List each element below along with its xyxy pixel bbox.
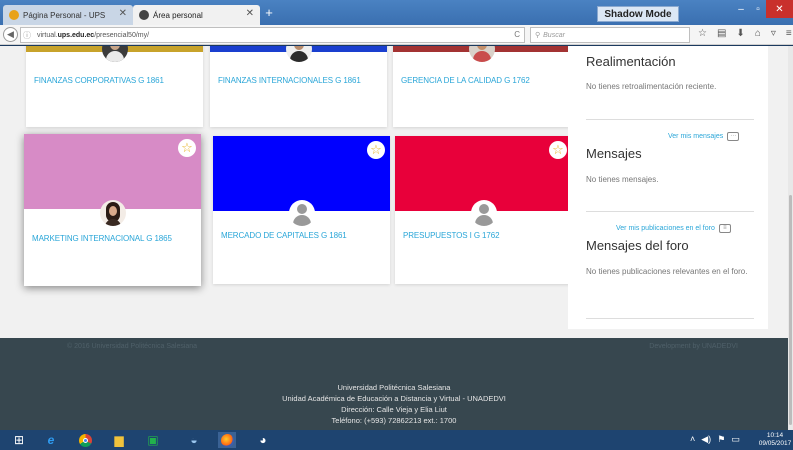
close-tab-icon[interactable]: ✕ <box>119 8 127 19</box>
teacher-avatar <box>286 46 312 62</box>
feedback-heading: Realimentación <box>586 54 676 69</box>
messages-text: No tienes mensajes. <box>586 175 659 184</box>
messages-heading: Mensajes <box>586 146 642 161</box>
default-avatar-icon <box>471 200 497 226</box>
course-title[interactable]: FINANZAS CORPORATIVAS G 1861 <box>34 76 199 85</box>
favorite-star-icon[interactable]: ☆ <box>549 141 567 159</box>
clock-date: 09/05/2017 <box>758 440 792 447</box>
home-icon[interactable]: ⌂ <box>755 28 761 39</box>
course-card[interactable]: GERENCIA DE LA CALIDAD G 1762 <box>393 46 570 127</box>
info-icon[interactable]: ⓘ <box>21 30 33 41</box>
tab-label: Página Personal - UPS <box>23 10 106 20</box>
tab-area-personal[interactable]: Área personal ✕ <box>133 5 260 25</box>
maximize-button[interactable]: ▫ <box>750 0 766 18</box>
teacher-avatar <box>100 200 126 226</box>
scrollbar-thumb[interactable] <box>789 195 792 425</box>
app-icon[interactable]: ◒ <box>185 432 203 448</box>
store-icon[interactable]: ▣ <box>144 432 162 448</box>
page-content: FINANZAS CORPORATIVAS G 1861 FINANZAS IN… <box>0 46 788 430</box>
tab-pagina-personal[interactable]: Página Personal - UPS ✕ <box>3 5 133 25</box>
course-title[interactable]: PRESUPUESTOS I G 1762 <box>403 231 568 240</box>
system-tray: ˄ ◀) ⚑ ▭ <box>690 434 740 445</box>
view-messages-link[interactable]: Ver mis mensajes ··· <box>668 132 740 141</box>
feedback-text: No tienes retroalimentación reciente. <box>586 82 717 91</box>
course-card[interactable]: ☆ MARKETING INTERNACIONAL G 1865 <box>24 134 201 286</box>
notification-icon[interactable]: ▭ <box>731 434 740 445</box>
browser-title-bar: Página Personal - UPS ✕ Área personal ✕ … <box>0 0 793 25</box>
bookmark-star-icon[interactable]: ☆ <box>698 28 707 39</box>
minimize-button[interactable]: – <box>733 0 749 18</box>
search-input[interactable]: ⚲ Buscar <box>530 27 690 43</box>
course-card[interactable]: FINANZAS CORPORATIVAS G 1861 <box>26 46 203 127</box>
back-button[interactable]: ◀ <box>3 27 18 42</box>
reload-icon[interactable]: C <box>514 30 520 39</box>
ups-favicon-icon <box>9 10 19 20</box>
flag-icon[interactable]: ⚑ <box>717 434 725 445</box>
address-bar[interactable]: ⓘ virtual.ups.edu.ec/presencial50/my/ C <box>20 27 525 43</box>
page-footer: © 2016 Universidad Politécnica Salesiana… <box>0 338 788 430</box>
forum-text: No tienes publicaciones relevantes en el… <box>586 267 748 276</box>
download-icon[interactable]: ⬇ <box>736 28 744 39</box>
tab-label: Área personal <box>153 10 203 20</box>
firefox-icon[interactable] <box>218 432 236 448</box>
divider <box>586 119 754 120</box>
view-forum-posts-link[interactable]: Ver mis publicaciones en el foro ≡ <box>616 224 731 233</box>
toolbar-icons: ☆ ▤ ⬇ ⌂ ▿ ≡ <box>698 28 792 39</box>
forum-heading: Mensajes del foro <box>586 238 689 253</box>
footer-line: Unidad Académica de Educación a Distanci… <box>282 394 506 403</box>
windows-start-icon[interactable]: ⊞ <box>10 432 28 448</box>
file-explorer-icon[interactable]: ▆ <box>110 432 128 448</box>
close-tab-icon[interactable]: ✕ <box>246 8 254 19</box>
shadow-mode-badge: Shadow Mode <box>597 6 679 22</box>
footer-line: Teléfono: (+593) 72862213 ext.: 1700 <box>331 416 457 425</box>
moodle-favicon-icon <box>139 10 149 20</box>
url-text: virtual.ups.edu.ec/presencial50/my/ <box>37 31 150 39</box>
close-window-button[interactable]: ✕ <box>766 0 793 18</box>
sidebar-blocks: Realimentación No tienes retroalimentaci… <box>568 46 768 329</box>
footer-copyright: © 2016 Universidad Politécnica Salesiana <box>67 343 198 350</box>
volume-icon[interactable]: ◀) <box>701 434 711 445</box>
navigation-bar: ◀ ⓘ virtual.ups.edu.ec/presencial50/my/ … <box>0 25 793 45</box>
footer-line: Dirección: Calle Vieja y Elia Liut <box>341 405 447 414</box>
divider <box>586 211 754 212</box>
chevron-up-icon[interactable]: ˄ <box>690 434 695 445</box>
chrome-browser-icon[interactable] <box>76 432 94 448</box>
clipboard-icon[interactable]: ▤ <box>717 28 726 39</box>
teacher-avatar <box>102 46 128 62</box>
network-app-icon[interactable]: ◕ <box>254 432 272 448</box>
pocket-icon[interactable]: ▿ <box>771 28 776 39</box>
footer-developer: Development by UNADEDVI <box>649 343 738 350</box>
course-title[interactable]: FINANZAS INTERNACIONALES G 1861 <box>218 76 383 85</box>
course-banner <box>24 134 201 209</box>
course-title[interactable]: MERCADO DE CAPITALES G 1861 <box>221 231 386 240</box>
menu-icon[interactable]: ≡ <box>786 28 792 39</box>
divider <box>586 318 754 319</box>
forum-posts-icon: ≡ <box>718 224 731 233</box>
new-tab-button[interactable]: + <box>262 6 276 20</box>
footer-line: Universidad Politécnica Salesiana <box>337 383 451 392</box>
edge-browser-icon[interactable]: e <box>42 432 60 448</box>
chat-bubble-icon: ··· <box>727 132 740 141</box>
course-card[interactable]: ☆ PRESUPUESTOS I G 1762 <box>395 136 572 284</box>
course-card[interactable]: ☆ MERCADO DE CAPITALES G 1861 <box>213 136 390 284</box>
teacher-avatar <box>469 46 495 62</box>
search-icon: ⚲ <box>535 32 541 39</box>
favorite-star-icon[interactable]: ☆ <box>178 139 196 157</box>
taskbar-clock[interactable]: 10:14 09/05/2017 <box>758 432 792 448</box>
course-card[interactable]: FINANZAS INTERNACIONALES G 1861 <box>210 46 387 127</box>
clock-time: 10:14 <box>766 432 784 439</box>
favorite-star-icon[interactable]: ☆ <box>367 141 385 159</box>
course-title[interactable]: GERENCIA DE LA CALIDAD G 1762 <box>401 76 566 85</box>
windows-taskbar: ⊞ e ▆ ▣ ◒ ◕ ˄ ◀) ⚑ ▭ 10:14 09/05/2017 <box>0 430 793 450</box>
default-avatar-icon <box>289 200 315 226</box>
course-title[interactable]: MARKETING INTERNACIONAL G 1865 <box>32 234 197 243</box>
